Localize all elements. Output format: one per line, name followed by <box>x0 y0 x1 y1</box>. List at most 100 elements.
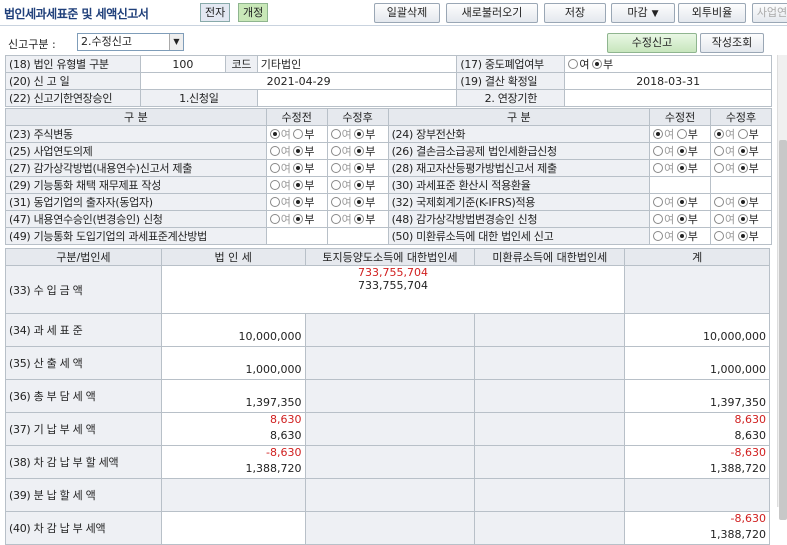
flag-after-right[interactable]: 여 부 <box>710 227 772 245</box>
corp-tax-value[interactable]: 8,630 8,630 <box>160 412 306 446</box>
radio-checked-icon[interactable] <box>293 163 304 173</box>
flag-before-right[interactable]: 여 부 <box>649 227 711 245</box>
flag-after-left[interactable]: 여 부 <box>326 193 389 211</box>
radio-checked-icon[interactable] <box>676 197 687 207</box>
radio-checked-icon[interactable] <box>676 214 687 224</box>
radio-icon[interactable] <box>714 231 724 241</box>
radio-icon[interactable] <box>653 214 664 224</box>
radio-icon[interactable] <box>714 146 724 156</box>
flag-before-right[interactable] <box>649 176 711 194</box>
radio-checked-icon[interactable] <box>653 129 664 139</box>
radio-icon[interactable] <box>676 129 687 139</box>
radio-icon[interactable] <box>269 197 280 207</box>
radio-checked-icon[interactable] <box>354 180 365 190</box>
flag-before-left[interactable]: 여 부 <box>265 193 328 211</box>
flag-after-left[interactable]: 여 부 <box>326 210 389 228</box>
amended-report-button[interactable]: 수정신고 <box>607 33 697 53</box>
radio-icon[interactable] <box>568 59 579 69</box>
radio-checked-icon[interactable] <box>714 129 724 139</box>
flag-before-right[interactable]: 여 부 <box>649 193 711 211</box>
radio-checked-icon[interactable] <box>737 197 748 207</box>
corp-tax-value[interactable] <box>160 511 306 545</box>
radio-icon[interactable] <box>653 146 664 156</box>
radio-checked-icon[interactable] <box>354 214 365 224</box>
radio-checked-icon[interactable] <box>737 231 748 241</box>
radio-icon[interactable] <box>330 197 341 207</box>
flag-before-left[interactable]: 여 부 <box>265 142 328 160</box>
radio-icon[interactable] <box>269 146 280 156</box>
radio-icon[interactable] <box>653 163 664 173</box>
radio-icon[interactable] <box>330 129 341 139</box>
total-tax-value[interactable]: 8,630 8,630 <box>624 412 770 446</box>
radio-icon[interactable] <box>330 180 341 190</box>
radio-icon[interactable] <box>269 180 280 190</box>
extension-apply-value[interactable] <box>256 89 458 107</box>
radio-checked-icon[interactable] <box>737 163 748 173</box>
scrollbar-thumb[interactable] <box>779 140 787 520</box>
flag-before-right[interactable]: 여 부 <box>649 159 711 177</box>
closure-radio[interactable]: 여 부 <box>564 55 772 73</box>
corp-tax-value[interactable]: 10,000,000 <box>160 313 306 347</box>
radio-checked-icon[interactable] <box>293 180 304 190</box>
total-tax-value[interactable]: 10,000,000 <box>624 313 770 347</box>
flag-before-left[interactable]: 여 부 <box>265 125 328 143</box>
close-button[interactable]: 마감 ▼ <box>611 3 675 23</box>
radio-icon[interactable] <box>293 129 304 139</box>
radio-icon[interactable] <box>653 231 664 241</box>
radio-checked-icon[interactable] <box>354 129 365 139</box>
radio-icon[interactable] <box>330 146 341 156</box>
radio-checked-icon[interactable] <box>293 214 304 224</box>
vertical-scrollbar[interactable] <box>777 55 787 520</box>
radio-icon[interactable] <box>653 197 664 207</box>
flag-before-right[interactable]: 여 부 <box>649 210 711 228</box>
radio-checked-icon[interactable] <box>354 163 365 173</box>
radio-checked-icon[interactable] <box>269 129 280 139</box>
radio-checked-icon[interactable] <box>737 146 748 156</box>
flag-after-right[interactable]: 여 부 <box>710 210 772 228</box>
total-tax-value[interactable]: -8,630 1,388,720 <box>624 445 770 479</box>
flag-before-right[interactable]: 여 부 <box>649 125 711 143</box>
write-query-button[interactable]: 작성조회 <box>700 33 764 53</box>
radio-checked-icon[interactable] <box>676 163 687 173</box>
radio-icon[interactable] <box>714 163 724 173</box>
radio-checked-icon[interactable] <box>354 197 365 207</box>
radio-icon[interactable] <box>330 214 341 224</box>
radio-checked-icon[interactable] <box>354 146 365 156</box>
flag-before-left[interactable] <box>265 227 328 245</box>
radio-checked-icon[interactable] <box>293 146 304 156</box>
flag-before-left[interactable]: 여 부 <box>265 210 328 228</box>
radio-checked-icon[interactable] <box>737 214 748 224</box>
flag-after-left[interactable]: 여 부 <box>326 159 389 177</box>
reload-button[interactable]: 새로불러오기 <box>446 3 538 23</box>
report-type-select[interactable]: 2.수정신고 ▼ <box>77 33 184 51</box>
flag-after-left[interactable] <box>326 227 389 245</box>
radio-checked-icon[interactable] <box>676 231 687 241</box>
total-tax-value[interactable]: -8,630 1,388,720 <box>624 511 770 545</box>
total-tax-value[interactable]: 1,000,000 <box>624 346 770 380</box>
flag-before-right[interactable]: 여 부 <box>649 142 711 160</box>
flag-after-right[interactable]: 여 부 <box>710 142 772 160</box>
save-button[interactable]: 저장 <box>544 3 606 23</box>
flag-after-right[interactable] <box>710 176 772 194</box>
flag-after-right[interactable]: 여 부 <box>710 125 772 143</box>
corp-tax-value[interactable]: -8,630 1,388,720 <box>160 445 306 479</box>
flag-before-left[interactable]: 여 부 <box>265 176 328 194</box>
radio-icon[interactable] <box>737 129 748 139</box>
filing-date-value[interactable]: 2021-04-29 <box>139 72 458 90</box>
flag-after-right[interactable]: 여 부 <box>710 193 772 211</box>
radio-checked-icon[interactable] <box>591 59 602 69</box>
corp-type-code[interactable]: 100 <box>139 55 226 73</box>
radio-icon[interactable] <box>714 197 724 207</box>
radio-checked-icon[interactable] <box>676 146 687 156</box>
radio-icon[interactable] <box>330 163 341 173</box>
radio-icon[interactable] <box>269 163 280 173</box>
flag-after-left[interactable]: 여 부 <box>326 142 389 160</box>
flag-after-right[interactable]: 여 부 <box>710 159 772 177</box>
revision-tag[interactable]: 개정 <box>238 3 269 22</box>
extension-deadline-value[interactable] <box>564 89 772 107</box>
radio-icon[interactable] <box>269 214 280 224</box>
flag-after-left[interactable]: 여 부 <box>326 176 389 194</box>
corp-tax-value[interactable]: 1,397,350 <box>160 379 306 413</box>
settlement-date-value[interactable]: 2018-03-31 <box>564 72 772 90</box>
corp-tax-value[interactable]: 1,000,000 <box>160 346 306 380</box>
